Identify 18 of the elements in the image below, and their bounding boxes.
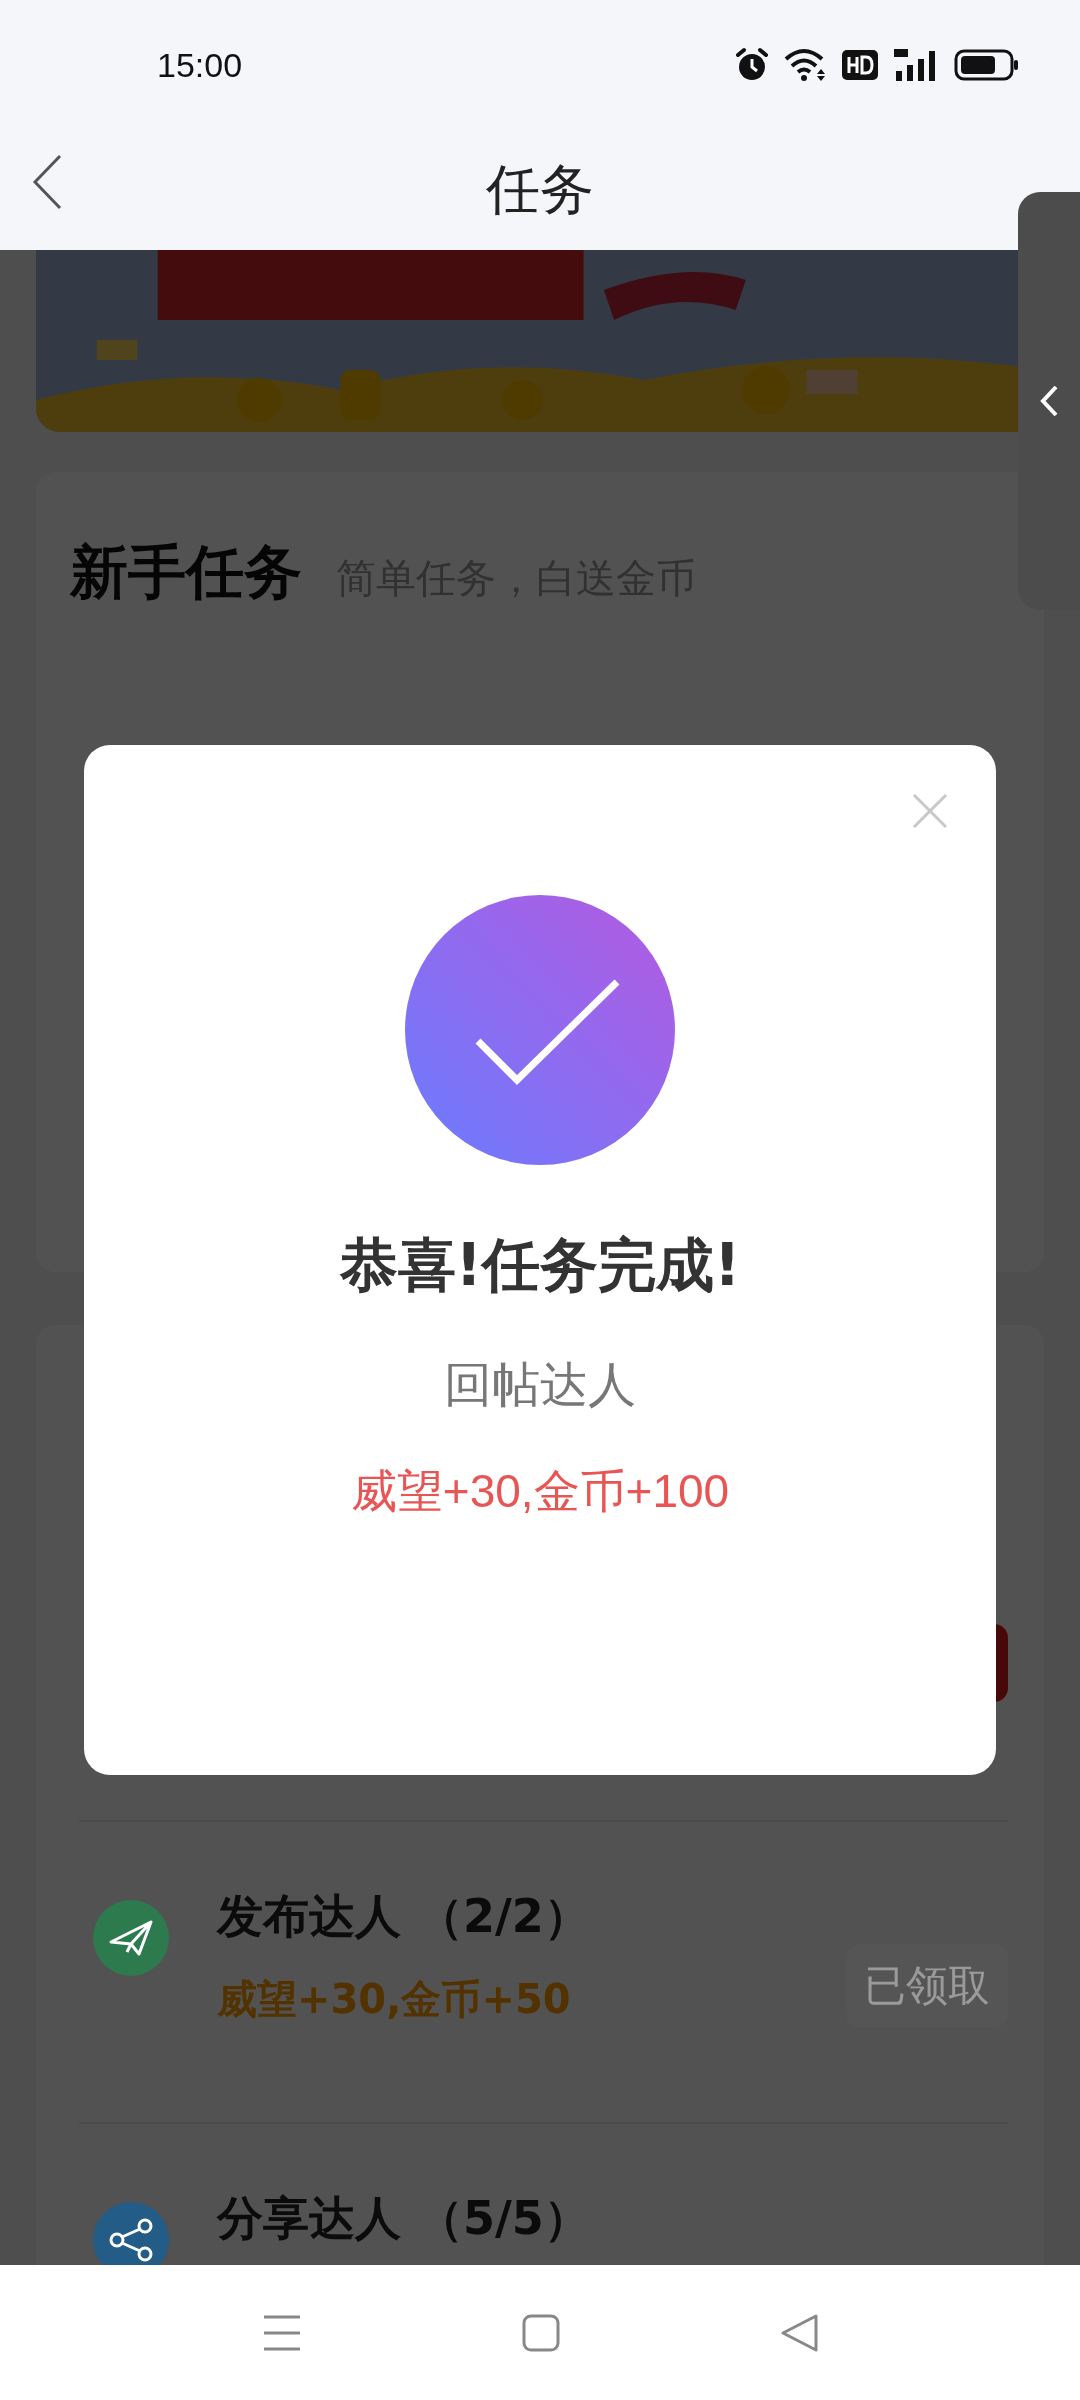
check-circle-icon <box>405 895 675 1165</box>
home-icon[interactable] <box>522 2313 560 2352</box>
status-time: 15:00 <box>157 45 243 85</box>
hd-icon <box>842 50 878 80</box>
task-title: 发布达人 （2/2） <box>217 1888 591 1945</box>
task-title: 分享达人 （5/5） <box>217 2190 591 2247</box>
task-name: 回帖达人 <box>444 1355 636 1414</box>
page-title: 任务 <box>486 156 594 223</box>
battery-icon <box>954 49 1020 81</box>
chevron-left-icon <box>1039 384 1059 418</box>
wifi-icon <box>784 47 828 83</box>
dialog-title: 恭喜!任务完成! <box>339 1230 741 1301</box>
section-title: 新手任务 <box>70 537 302 608</box>
reward-text: 威望+30,金币+100 <box>350 1464 730 1519</box>
task-reward: 威望+30,金币+50 <box>217 1975 572 2024</box>
alarm-icon <box>734 47 770 83</box>
back-icon[interactable] <box>780 2312 818 2353</box>
back-icon[interactable] <box>32 154 62 210</box>
